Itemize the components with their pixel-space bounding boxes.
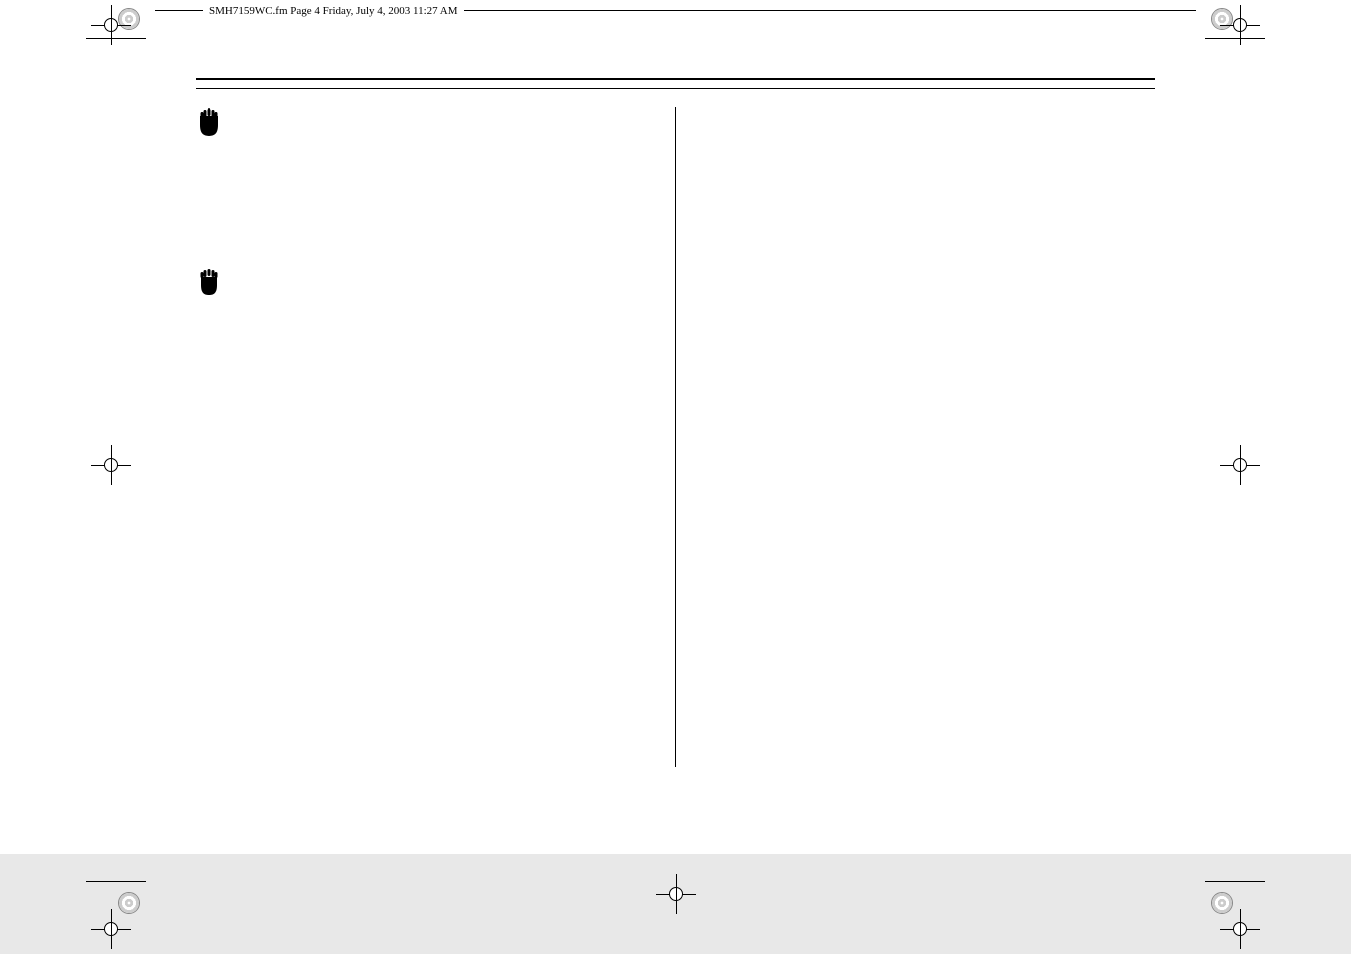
rule-line	[196, 88, 1155, 89]
warning-text	[234, 267, 645, 297]
crop-line	[86, 881, 146, 882]
crop-line	[1205, 881, 1265, 882]
warning-block	[196, 107, 645, 137]
crop-mark-icon	[86, 904, 136, 954]
crop-mark-icon	[86, 440, 136, 490]
warning-text	[234, 107, 645, 137]
hand-icon	[196, 267, 222, 297]
page-content	[196, 78, 1155, 864]
crop-mark-icon	[1215, 0, 1265, 50]
hand-icon	[196, 107, 222, 137]
rule-line	[196, 78, 1155, 80]
file-header: SMH7159WC.fm Page 4 Friday, July 4, 2003…	[155, 10, 1196, 11]
column-divider	[675, 107, 676, 767]
left-column	[196, 107, 645, 767]
crop-mark-icon	[86, 0, 136, 50]
crop-mark-icon	[1215, 440, 1265, 490]
columns	[196, 107, 1155, 767]
crop-mark-icon	[651, 869, 701, 919]
file-header-text: SMH7159WC.fm Page 4 Friday, July 4, 2003…	[203, 5, 464, 17]
crop-line	[1205, 38, 1265, 39]
crop-mark-icon	[1215, 904, 1265, 954]
crop-line	[86, 38, 146, 39]
right-column	[706, 107, 1155, 767]
warning-block	[196, 267, 645, 297]
